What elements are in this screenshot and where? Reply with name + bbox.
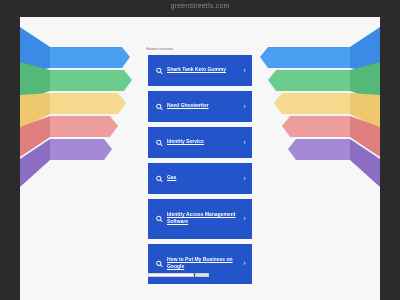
related-link-identity-service[interactable]: Identity Service ›: [148, 127, 252, 158]
chevron-right-icon: ›: [243, 259, 246, 268]
related-link-label: Need Ghostwriter: [167, 103, 209, 109]
related-link-label: Identity Service: [167, 139, 204, 145]
chevron-right-icon: ›: [243, 214, 246, 223]
browser-top-bar: greenstreetls.com: [0, 0, 400, 17]
chevron-right-icon: ›: [243, 138, 246, 146]
parked-page: Related searches Shark Tank Keto Gummy ›…: [20, 17, 380, 300]
search-icon: [156, 215, 163, 223]
related-link-put-business-on-google[interactable]: How to Put My Business on Google ›: [148, 244, 252, 284]
related-link-identity-access-management-software[interactable]: Identity Access Management Software ›: [148, 199, 252, 239]
search-icon: [156, 67, 163, 74]
related-link-label: Identity Access Management Software: [167, 212, 236, 225]
chevron-right-icon: ›: [243, 174, 246, 182]
related-link-label: How to Put My Business on Google: [167, 257, 233, 270]
search-icon: [156, 103, 163, 110]
related-link-need-ghostwriter[interactable]: Need Ghostwriter ›: [148, 91, 252, 122]
related-link-label: Shark Tank Keto Gummy: [167, 67, 227, 73]
footer-search-input[interactable]: [148, 273, 194, 277]
footer-search-button[interactable]: [195, 273, 209, 277]
left-ribbon-blue: [20, 27, 130, 73]
related-links-list: Shark Tank Keto Gummy › Need Ghostwriter…: [148, 55, 252, 289]
related-link-label: Gas: [167, 175, 177, 181]
related-link-shark-tank-keto-gummy[interactable]: Shark Tank Keto Gummy ›: [148, 55, 252, 86]
chevron-right-icon: ›: [243, 102, 246, 110]
search-icon: [156, 139, 163, 146]
search-icon: [156, 175, 163, 182]
right-ribbon-blue: [260, 27, 380, 73]
chevron-right-icon: ›: [243, 66, 246, 74]
search-icon: [156, 260, 163, 268]
domain-title: greenstreetls.com: [170, 3, 230, 10]
related-link-gas[interactable]: Gas ›: [148, 163, 252, 194]
related-searches-label: Related searches: [146, 47, 174, 51]
